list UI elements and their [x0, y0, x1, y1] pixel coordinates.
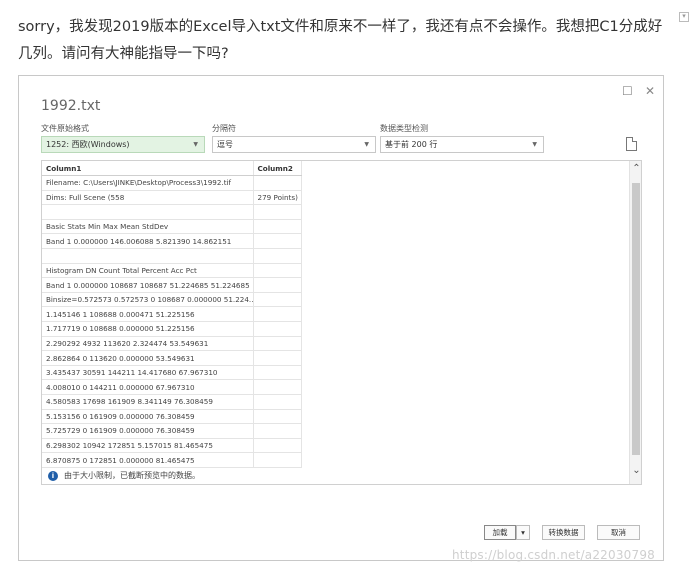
excel-import-dialog: ☐ ✕ 1992.txt 文件原始格式 分隔符 数据类型检测 1252: 西欧(… [18, 75, 664, 561]
table-row: 1.717719 0 108688 0.000000 51.225156 [42, 321, 302, 337]
table-row: 4.008010 0 144211 0.000000 67.967310 [42, 379, 302, 395]
maximize-icon[interactable]: ☐ [622, 84, 633, 98]
table-cell: 279 Points) [253, 190, 302, 206]
table-cell [42, 204, 254, 220]
post-text: sorry，我发现2019版本的Excel导入txt文件和原来不一样了，我还有点… [18, 19, 663, 62]
table-row: Basic Stats Min Max Mean StdDev [42, 219, 302, 235]
table-row [42, 204, 302, 220]
table-cell [253, 204, 302, 220]
close-icon[interactable]: ✕ [645, 84, 655, 98]
watermark-text: https://blog.csdn.net/a22030798 [452, 548, 655, 562]
data-type-detection-label: 数据类型检测 [380, 124, 428, 133]
load-button[interactable]: 加载 [484, 525, 516, 540]
table-row: 5.153156 0 161909 0.000000 76.308459 [42, 409, 302, 425]
table-cell [42, 248, 254, 264]
table-row: 4.580583 17698 161909 8.341149 76.308459 [42, 394, 302, 410]
data-type-detection-value: 基于前 200 行 [385, 140, 438, 149]
delimiter-value: 逗号 [217, 140, 233, 149]
table-row: 2.862864 0 113620 0.000000 53.549631 [42, 350, 302, 366]
cancel-button[interactable]: 取消 [597, 525, 640, 540]
data-type-detection-dropdown[interactable]: 基于前 200 行 ▼ [380, 136, 544, 153]
table-cell [253, 321, 302, 337]
table-cell: 2.862864 0 113620 0.000000 53.549631 [42, 350, 254, 366]
preview-table: Column1 Column2 Filename: C:\Users\JINKE… [42, 161, 302, 468]
scrollbar-thumb[interactable] [632, 183, 640, 455]
delimiter-label: 分隔符 [212, 124, 236, 133]
table-cell: Binsize=0.572573 0.572573 0 108687 0.000… [42, 292, 254, 308]
table-row: 3.435437 30591 144211 14.417680 67.96731… [42, 365, 302, 381]
file-origin-value: 1252: 西欧(Windows) [46, 140, 130, 149]
table-cell [253, 263, 302, 279]
table-cell: 5.153156 0 161909 0.000000 76.308459 [42, 409, 254, 425]
scroll-up-icon[interactable]: ⌃ [630, 163, 641, 174]
table-row: 2.290292 4932 113620 2.324474 53.549631 [42, 336, 302, 352]
table-cell [253, 306, 302, 323]
table-row: Band 1 0.000000 108687 108687 51.224685 … [42, 277, 302, 293]
table-cell: 1.145146 1 108688 0.000471 51.225156 [42, 306, 254, 323]
truncation-message: 由于大小限制，已截断预览中的数据。 [64, 471, 200, 480]
table-cell [253, 452, 302, 468]
table-row: 1.145146 1 108688 0.000471 51.225156 [42, 306, 302, 323]
chevron-down-icon: ▼ [532, 141, 537, 148]
table-row: Histogram DN Count Total Percent Acc Pct [42, 263, 302, 279]
table-cell [253, 394, 302, 410]
corner-expand-icon[interactable]: ▾ [679, 12, 689, 22]
preview-grid[interactable]: Column1 Column2 Filename: C:\Users\JINKE… [41, 160, 642, 485]
document-icon[interactable] [626, 137, 637, 151]
table-cell [253, 409, 302, 425]
table-cell: 3.435437 30591 144211 14.417680 67.96731… [42, 365, 254, 381]
table-cell: Filename: C:\Users\JINKE\Desktop\Process… [42, 175, 254, 191]
table-cell: 5.725729 0 161909 0.000000 76.308459 [42, 423, 254, 439]
table-cell [253, 248, 302, 264]
table-row: 6.870875 0 172851 0.000000 81.465475 [42, 452, 302, 468]
column-header[interactable]: Column1 [42, 161, 254, 177]
table-cell: Band 1 0.000000 146.006088 5.821390 14.8… [42, 233, 254, 250]
chevron-down-icon: ▼ [193, 141, 198, 148]
table-cell [253, 379, 302, 395]
vertical-scrollbar[interactable]: ⌃ ⌄ [629, 161, 641, 484]
table-cell: Histogram DN Count Total Percent Acc Pct [42, 263, 254, 279]
file-origin-dropdown[interactable]: 1252: 西欧(Windows) ▼ [41, 136, 205, 153]
table-row: 6.298302 10942 172851 5.157015 81.465475 [42, 438, 302, 454]
file-origin-label: 文件原始格式 [41, 124, 89, 133]
table-cell: Dims: Full Scene (558 [42, 190, 254, 206]
column-header[interactable]: Column2 [253, 161, 302, 177]
dialog-title: 1992.txt [41, 98, 101, 114]
table-cell: 4.008010 0 144211 0.000000 67.967310 [42, 379, 254, 395]
table-cell: Band 1 0.000000 108687 108687 51.224685 … [42, 277, 254, 293]
table-cell [253, 219, 302, 235]
truncation-notice: i 由于大小限制，已截断预览中的数据。 [42, 468, 629, 484]
delimiter-dropdown[interactable]: 逗号 ▼ [212, 136, 376, 153]
table-cell [253, 292, 302, 308]
table-cell [253, 350, 302, 366]
table-cell: Basic Stats Min Max Mean StdDev [42, 219, 254, 235]
table-header-row: Column1 Column2 [42, 161, 302, 177]
table-cell [253, 438, 302, 454]
table-row: Dims: Full Scene (558 279 Points) [42, 190, 302, 206]
table-cell: 1.717719 0 108688 0.000000 51.225156 [42, 321, 254, 337]
table-cell: 2.290292 4932 113620 2.324474 53.549631 [42, 336, 254, 352]
table-row [42, 248, 302, 264]
scroll-down-icon[interactable]: ⌄ [630, 465, 641, 476]
table-cell [253, 233, 302, 250]
table-cell [253, 175, 302, 191]
transform-data-button[interactable]: 转换数据 [542, 525, 585, 540]
table-cell: 6.298302 10942 172851 5.157015 81.465475 [42, 438, 254, 454]
table-cell [253, 277, 302, 293]
table-row: Binsize=0.572573 0.572573 0 108687 0.000… [42, 292, 302, 308]
load-options-button[interactable]: ▾ [516, 525, 530, 540]
chevron-down-icon: ▼ [364, 141, 369, 148]
table-cell [253, 423, 302, 439]
table-cell: 4.580583 17698 161909 8.341149 76.308459 [42, 394, 254, 410]
table-cell: 6.870875 0 172851 0.000000 81.465475 [42, 452, 254, 468]
table-row: 5.725729 0 161909 0.000000 76.308459 [42, 423, 302, 439]
info-icon: i [48, 471, 58, 481]
table-cell [253, 365, 302, 381]
table-cell [253, 336, 302, 352]
table-row: Band 1 0.000000 146.006088 5.821390 14.8… [42, 233, 302, 250]
table-row: Filename: C:\Users\JINKE\Desktop\Process… [42, 175, 302, 191]
